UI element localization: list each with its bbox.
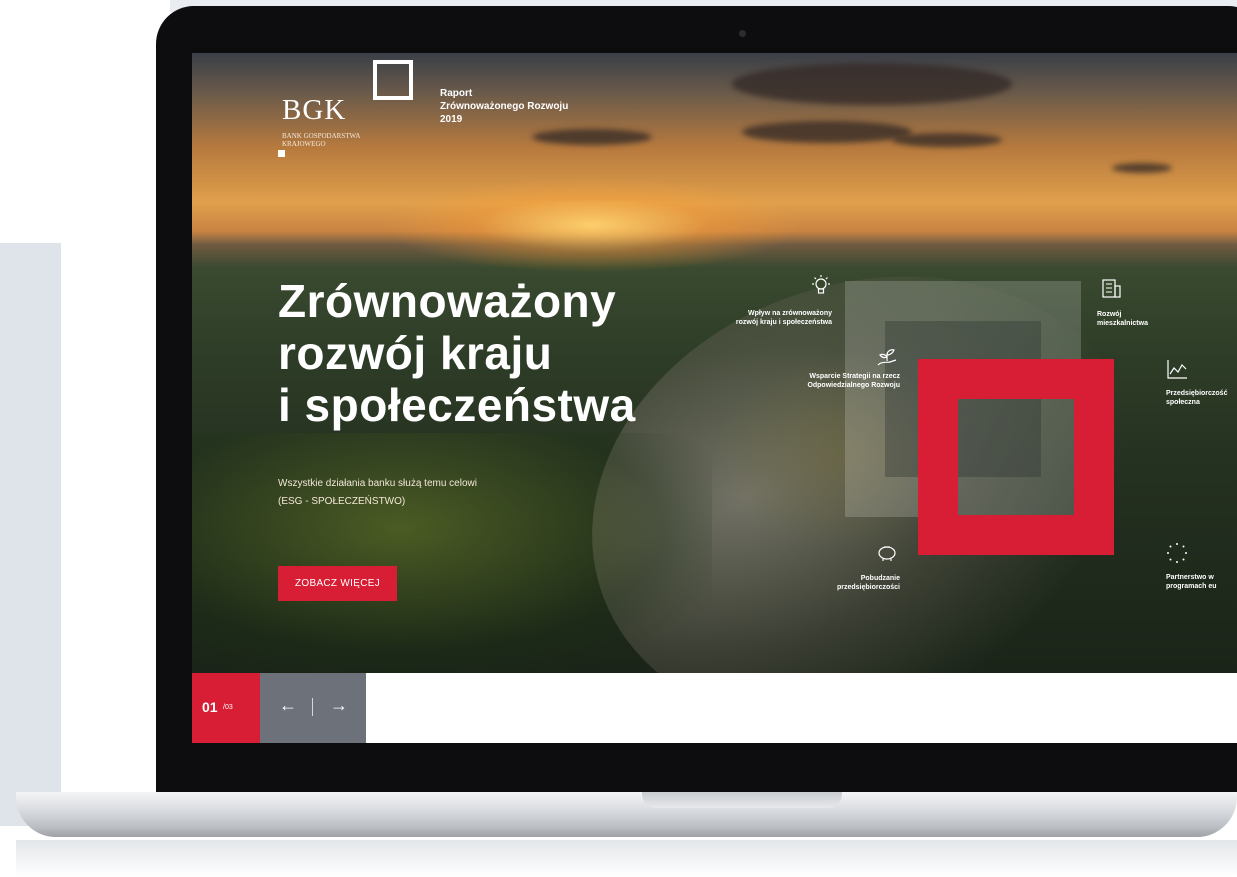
hero-cloud [892,133,1002,147]
laptop-screen: BGK BANK GOSPODARSTWA KRAJOWEGO Raport Z… [192,53,1237,743]
topic-label-line: Wsparcie Strategii na rzecz [809,373,900,380]
topic-label-line: Przedsiębiorczość [1166,390,1228,397]
piggy-bank-icon [878,546,896,561]
prev-arrow-icon[interactable]: ← [279,695,297,715]
headline-line: Zrównoważony [278,275,617,327]
topic-label-line: Odpowiedzialnego Rozwoju [807,382,900,389]
report-title-line: 2019 [440,114,463,125]
headline-line: i społeczeństwa [278,379,636,431]
camera-icon [739,30,746,37]
laptop-reflection [16,840,1237,877]
see-more-button[interactable]: ZOBACZ WIĘCEJ [278,566,397,601]
topic-label-line: programach eu [1166,583,1217,590]
building-icon [1102,279,1121,298]
topic-label-line: Rozwój [1097,311,1122,318]
subtitle-line: (ESG - SPOŁECZEŃSTWO) [278,496,406,507]
stars-circle-icon [1167,543,1187,563]
hand-plant-icon [877,349,897,366]
hero-cloud [532,129,652,145]
logo-subtitle-line: KRAJOWEGO [282,140,326,148]
logo-subtitle: BANK GOSPODARSTWA KRAJOWEGO [282,132,402,148]
topic-label-line: przedsiębiorczości [836,584,900,591]
logo-square-icon [373,60,413,100]
topic-label-line: Pobudzanie [860,575,900,582]
arrow-divider [312,698,313,716]
topic-label-line: rozwój kraju i społeczeństwa [735,319,832,326]
topic-strategy[interactable]: Wsparcie Strategii na rzecz Odpowiedzial… [722,372,900,390]
laptop-notch [642,792,842,808]
topic-impact[interactable]: Wpływ na zrównoważony rozwój kraju i spo… [682,309,832,327]
slide-total: /03 [223,704,233,711]
next-arrow-icon[interactable]: → [330,695,348,715]
headline-line: rozwój kraju [278,327,553,379]
hero-cloud [732,63,1012,105]
red-frame [918,359,1114,555]
topic-entrepreneurship[interactable]: Pobudzanie przedsiębiorczości [752,574,900,592]
hero-section: BGK BANK GOSPODARSTWA KRAJOWEGO Raport Z… [192,53,1237,673]
topic-label-line: Wpływ na zrównoważony [747,310,832,317]
subtitle-line: Wszystkie działania banku służą temu cel… [278,478,477,489]
slider-pager: 01 /03 ← → [192,673,1237,743]
topic-housing[interactable]: Rozwój mieszkalnictwa [1097,310,1217,328]
hero-trees-left [192,433,712,673]
hero-cloud [1112,163,1172,173]
topic-label-line: mieszkalnictwa [1097,320,1148,327]
topic-social-enterprise[interactable]: Przedsiębiorczość społeczna [1166,389,1237,407]
logo-subtitle-line: BANK GOSPODARSTWA [282,132,361,140]
slide-counter: 01 /03 [192,673,260,743]
slide-current: 01 [202,699,218,715]
hero-headline: Zrównoważony rozwój kraju i społeczeństw… [278,275,636,431]
bgk-logo[interactable]: BGK BANK GOSPODARSTWA KRAJOWEGO [278,58,432,158]
topic-label-line: społeczna [1166,399,1200,406]
chart-icon [1167,360,1187,379]
lightbulb-icon [812,275,830,294]
hero-cloud [742,121,912,143]
report-title-line: Zrównoważonego Rozwoju [440,101,569,112]
hero-subtitle: Wszystkie działania banku służą temu cel… [278,475,477,511]
report-title-line: Raport [440,88,473,99]
topic-label-line: Partnerstwo w [1166,574,1214,581]
logo-wordmark: BGK [282,94,347,126]
slider-arrows: ← → [260,673,366,743]
topic-eu-partnership[interactable]: Partnerstwo w programach eu [1166,573,1237,591]
laptop-base [16,792,1237,837]
logo-dot-icon [278,150,285,157]
report-title: Raport Zrównoważonego Rozwoju 2019 [440,87,568,126]
background-panel [0,243,61,826]
